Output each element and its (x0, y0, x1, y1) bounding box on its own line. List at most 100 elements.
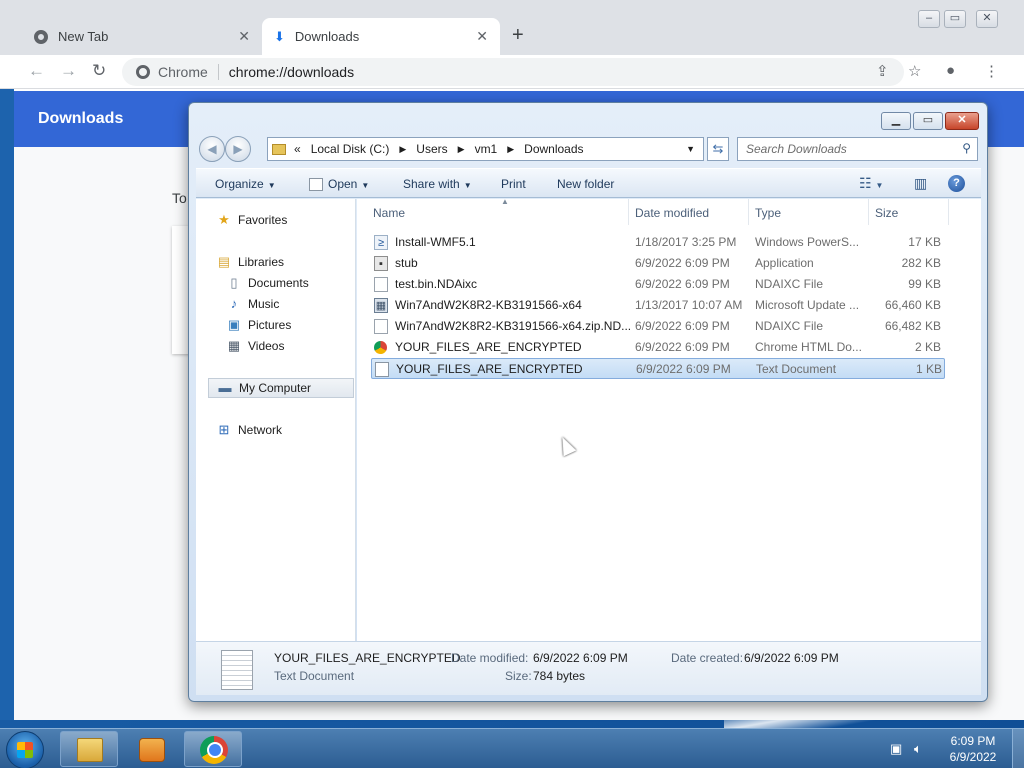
page-title: Downloads (38, 110, 124, 127)
star-icon[interactable]: ☆ (908, 62, 921, 80)
computer-icon: ▬ (218, 380, 232, 395)
file-row[interactable]: Win7AndW2K8R2-KB3191566-x64.zip.ND... 6/9… (371, 316, 945, 337)
minimize-button[interactable]: – (918, 10, 940, 28)
chrome-logo-icon (200, 736, 228, 764)
nav-my-computer[interactable]: ▬ My Computer (208, 378, 354, 398)
view-options-icon[interactable]: ☷ ▼ (859, 175, 883, 192)
file-size: 66,460 KB (884, 298, 941, 312)
forward-arrow-icon[interactable]: → (60, 61, 77, 81)
file-type: Application (755, 256, 814, 270)
share-with-button[interactable]: Share with ▼ (403, 177, 472, 191)
maximize-button[interactable]: ▭ (913, 112, 943, 130)
share-icon[interactable]: ⇪ (876, 62, 889, 80)
preview-pane-icon[interactable]: ▥ (914, 175, 927, 192)
breadcrumb-item[interactable]: vm1 (475, 142, 498, 156)
file-type: Windows PowerS... (755, 235, 860, 249)
details-pane: YOUR_FILES_ARE_ENCRYPTED Text Document D… (196, 641, 981, 695)
volume-icon[interactable]: 🔈︎ (914, 741, 922, 757)
file-row[interactable]: ≥ Install-WMF5.1 1/18/2017 3:25 PM Windows … (371, 232, 945, 253)
address-bar[interactable]: « Local Disk (C:) ▶ Users ▶ vm1 ▶ Downlo… (267, 137, 704, 161)
print-button[interactable]: Print (501, 177, 526, 191)
nav-videos[interactable]: ▦ Videos (226, 339, 285, 354)
taskbar-chrome[interactable] (184, 731, 242, 767)
network-tray-icon[interactable]: ▣ (890, 741, 902, 757)
file-name: stub (395, 256, 418, 270)
column-header-date-modified[interactable]: Date modified (629, 199, 749, 225)
chevron-right-icon[interactable]: ▶ (458, 144, 465, 155)
minimize-button[interactable]: ▁ (881, 112, 911, 130)
close-icon[interactable]: ✕ (238, 28, 250, 45)
file-row[interactable]: YOUR_FILES_ARE_ENCRYPTED 6/9/2022 6:09 PM… (371, 337, 945, 358)
start-button[interactable] (6, 731, 44, 768)
file-date-modified: 6/9/2022 6:09 PM (635, 277, 730, 291)
open-button[interactable]: Open ▼ (309, 177, 369, 192)
close-icon[interactable]: ✕ (476, 28, 488, 45)
file-row[interactable]: test.bin.NDAixc 6/9/2022 6:09 PM NDAIXC Fi… (371, 274, 945, 295)
omnibox[interactable]: Chrome chrome://downloads (122, 58, 904, 86)
details-date-created: 6/9/2022 6:09 PM (744, 651, 839, 665)
column-header-name[interactable]: Name ▲ (367, 197, 629, 225)
application-icon: ▪ (374, 256, 388, 271)
taskbar-explorer[interactable] (60, 731, 118, 767)
column-header-type[interactable]: Type (749, 199, 869, 225)
breadcrumb-item[interactable]: Users (416, 142, 447, 156)
search-input[interactable]: Search Downloads ⚲ (737, 137, 978, 161)
back-arrow-icon[interactable]: ← (28, 61, 45, 81)
column-header-size[interactable]: Size (869, 199, 949, 225)
file-size: 2 KB (914, 340, 941, 354)
breadcrumb-item[interactable]: Local Disk (C:) (311, 142, 390, 156)
menu-icon[interactable]: ⋮ (984, 62, 999, 80)
breadcrumb-overflow[interactable]: « (294, 142, 301, 156)
nav-favorites[interactable]: ★ Favorites (216, 212, 287, 228)
organize-button[interactable]: Organize ▼ (215, 177, 276, 191)
star-icon: ★ (218, 212, 230, 227)
help-icon[interactable]: ? (948, 175, 965, 192)
file-type: Chrome HTML Do... (755, 340, 862, 354)
explorer-window: ▁ ▭ ✕ ◀ ▶ « Local Disk (C:) ▶ Users ▶ vm… (188, 102, 988, 702)
close-window-button[interactable]: ✕ (945, 112, 979, 130)
file-row[interactable]: ▪ stub 6/9/2022 6:09 PM Application 282 KB (371, 253, 945, 274)
file-date-modified: 6/9/2022 6:09 PM (635, 340, 730, 354)
network-icon: ⊞ (218, 422, 230, 437)
nav-pictures[interactable]: ▣ Pictures (226, 318, 292, 333)
nav-music[interactable]: ♪ Music (226, 297, 280, 312)
tab-new-tab[interactable]: New Tab ✕ (22, 18, 262, 55)
forward-arrow-icon[interactable]: ▶ (225, 136, 251, 162)
show-desktop-button[interactable] (1012, 729, 1024, 768)
back-arrow-icon[interactable]: ◀ (199, 136, 225, 162)
file-row[interactable]: ▦ Win7AndW2K8R2-KB3191566-x64 1/13/2017 10… (371, 295, 945, 316)
file-row[interactable]: YOUR_FILES_ARE_ENCRYPTED 6/9/2022 6:09 PM… (371, 358, 945, 379)
file-name: Win7AndW2K8R2-KB3191566-x64 (395, 298, 582, 312)
nav-network[interactable]: ⊞ Network (216, 422, 282, 438)
desktop-strip (0, 89, 14, 720)
new-tab-button[interactable]: + (512, 24, 524, 47)
file-type: NDAIXC File (755, 277, 824, 291)
media-player-icon (139, 738, 165, 762)
file-date-modified: 1/13/2017 10:07 AM (635, 298, 743, 312)
file-size: 66,482 KB (884, 319, 941, 333)
chevron-right-icon[interactable]: ▶ (399, 144, 406, 155)
sort-ascending-icon: ▲ (501, 197, 509, 206)
new-folder-button[interactable]: New folder (557, 177, 614, 191)
file-name: YOUR_FILES_ARE_ENCRYPTED (395, 340, 582, 354)
chevron-right-icon[interactable]: ▶ (507, 144, 514, 155)
chevron-down-icon[interactable]: ▼ (686, 144, 695, 154)
close-window-button[interactable]: ✕ (976, 10, 998, 28)
file-size: 1 KB (915, 362, 942, 376)
taskbar-media-player[interactable] (122, 731, 180, 767)
profile-icon[interactable]: ● (946, 62, 955, 79)
maximize-button[interactable]: ▭ (944, 10, 966, 28)
nav-documents[interactable]: ▯ Documents (226, 276, 308, 291)
details-file-type: Text Document (274, 669, 355, 683)
file-type: Microsoft Update ... (755, 298, 860, 312)
nav-libraries[interactable]: ▤ Libraries (216, 255, 284, 270)
refresh-icon[interactable]: ⇆ (707, 137, 729, 161)
details-date-modified-label: Date modified: (451, 651, 529, 665)
tab-downloads[interactable]: ⬇ Downloads ✕ (262, 18, 500, 55)
file-type: Text Document (756, 362, 837, 376)
clock[interactable]: 6:09 PM 6/9/2022 (942, 733, 1004, 765)
reload-icon[interactable]: ↻ (92, 61, 106, 81)
breadcrumb-item[interactable]: Downloads (524, 142, 583, 156)
search-icon[interactable]: ⚲ (962, 141, 971, 155)
tab-label: New Tab (58, 29, 109, 44)
